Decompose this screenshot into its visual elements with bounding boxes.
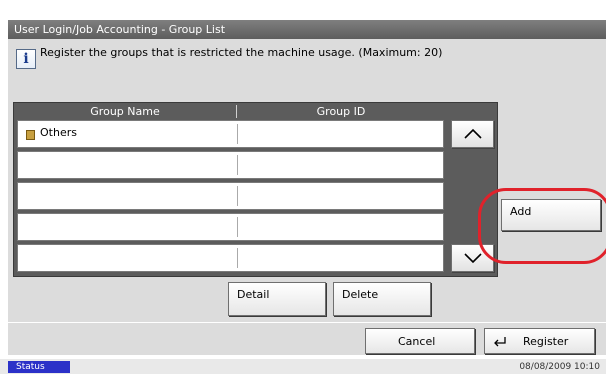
scroll-up-button[interactable]: [451, 120, 494, 148]
status-datetime: 08/08/2009 10:10: [519, 362, 600, 372]
group-id-cell: [239, 245, 444, 271]
group-icon: [26, 130, 35, 140]
group-name-cell: [18, 183, 238, 209]
cancel-button-label: Cancel: [398, 335, 436, 348]
info-icon: i: [16, 49, 36, 69]
chevron-down-icon: [464, 253, 482, 264]
group-name-cell: [18, 214, 238, 240]
column-header-group-name: Group Name: [90, 105, 160, 118]
detail-button-label: Detail: [237, 288, 270, 301]
detail-button[interactable]: Detail: [228, 282, 326, 316]
chevron-up-icon: [464, 128, 482, 139]
status-bar: Status 08/08/2009 10:10: [0, 359, 606, 374]
register-button-label: Register: [523, 335, 569, 348]
list-header: Group Name Group ID: [14, 103, 497, 120]
status-button[interactable]: Status: [8, 361, 70, 373]
cell-divider: [237, 217, 238, 237]
table-row[interactable]: [17, 151, 444, 179]
group-id-cell: [239, 183, 444, 209]
enter-icon: [494, 337, 506, 347]
delete-button-label: Delete: [342, 288, 379, 301]
cell-divider: [237, 155, 238, 175]
table-row[interactable]: Others: [17, 120, 444, 148]
cell-divider: [237, 186, 238, 206]
table-row[interactable]: [17, 182, 444, 210]
cell-divider: [237, 248, 238, 268]
group-list: Group Name Group ID Others: [13, 102, 498, 277]
cancel-button[interactable]: Cancel: [365, 328, 475, 354]
info-message: Register the groups that is restricted t…: [40, 46, 443, 59]
group-name-cell: [18, 152, 238, 178]
column-header-group-id: Group ID: [316, 105, 366, 118]
screen: User Login/Job Accounting - Group List i…: [0, 0, 606, 374]
group-id-cell: [239, 121, 444, 147]
group-name-cell: [18, 245, 238, 271]
table-row[interactable]: [17, 244, 444, 272]
footer-divider: [8, 322, 606, 323]
register-button[interactable]: Register: [484, 328, 595, 354]
group-id-cell: [239, 152, 444, 178]
cell-divider: [237, 124, 238, 144]
group-id-cell: [239, 214, 444, 240]
table-row[interactable]: [17, 213, 444, 241]
group-name-cell: Others: [18, 121, 238, 147]
window-title: User Login/Job Accounting - Group List: [8, 20, 606, 39]
delete-button[interactable]: Delete: [333, 282, 431, 316]
highlight-ring: [478, 188, 606, 264]
group-name-label: Others: [40, 126, 77, 139]
